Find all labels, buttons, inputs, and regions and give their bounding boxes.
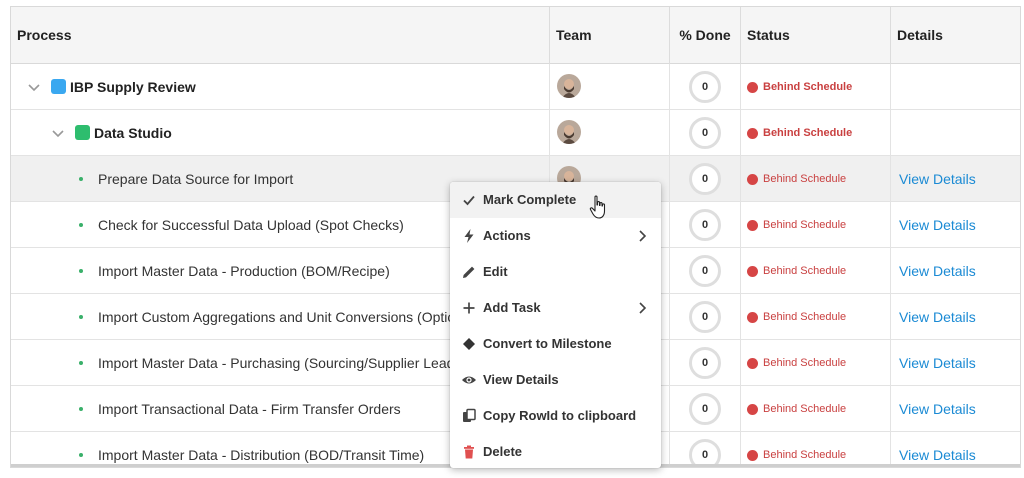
column-header-team[interactable]: Team — [550, 7, 670, 64]
diamond-icon — [463, 338, 475, 350]
status-dot — [747, 358, 758, 369]
column-header-details[interactable]: Details — [891, 7, 1020, 64]
status-text: Behind Schedule — [763, 311, 847, 323]
menu-item-view-details[interactable]: View Details — [450, 362, 661, 398]
menu-item-label: View Details — [483, 372, 559, 387]
percent-done-ring: 0 — [689, 347, 721, 379]
status-dot — [747, 128, 758, 139]
percent-done-ring: 0 — [689, 117, 721, 149]
status-dot — [747, 404, 758, 415]
task-name: Import Transactional Data - Firm Transfe… — [98, 401, 401, 417]
menu-item-label: Edit — [483, 264, 508, 279]
menu-item-mark-complete[interactable]: Mark Complete — [450, 182, 661, 218]
grid-header: Process Team % Done Status Details — [11, 7, 1020, 64]
status-text: Behind Schedule — [763, 357, 847, 369]
status-dot — [747, 312, 758, 323]
bullet-icon — [79, 223, 83, 227]
view-details-link[interactable]: View Details — [899, 202, 976, 248]
status-text: Behind Schedule — [763, 173, 847, 185]
bullet-icon — [79, 315, 83, 319]
bullet-icon — [79, 453, 83, 457]
color-swatch — [51, 79, 66, 94]
context-menu: Mark Complete Actions Edit Add Task Conv… — [450, 182, 661, 468]
menu-item-label: Convert to Milestone — [483, 336, 612, 351]
process-name: Data Studio — [94, 125, 172, 141]
chevron-right-icon — [639, 302, 647, 314]
table-row[interactable]: IBP Supply Review 0 Behind Schedule — [11, 64, 1020, 110]
chevron-right-icon — [639, 230, 647, 242]
chevron-down-icon[interactable] — [26, 79, 42, 95]
status-text: Behind Schedule — [763, 81, 853, 93]
menu-item-label: Mark Complete — [483, 192, 577, 207]
avatar — [557, 120, 581, 144]
avatar — [557, 74, 581, 98]
status-dot — [747, 266, 758, 277]
view-details-link[interactable]: View Details — [899, 294, 976, 340]
eye-icon — [462, 376, 476, 384]
menu-item-add-task[interactable]: Add Task — [450, 290, 661, 326]
view-details-link[interactable]: View Details — [899, 386, 976, 432]
plus-icon — [463, 302, 475, 314]
menu-item-label: Delete — [483, 444, 523, 459]
status-text: Behind Schedule — [763, 403, 847, 415]
bullet-icon — [79, 361, 83, 365]
bullet-icon — [79, 177, 83, 181]
view-details-link[interactable]: View Details — [899, 156, 976, 202]
check-icon — [463, 195, 475, 206]
status-dot — [747, 82, 758, 93]
pencil-icon — [463, 266, 475, 278]
menu-item-label: Actions — [483, 228, 531, 243]
percent-done-ring: 0 — [689, 71, 721, 103]
task-name: Import Master Data - Production (BOM/Rec… — [98, 263, 390, 279]
percent-done-ring: 0 — [689, 393, 721, 425]
status-text: Behind Schedule — [763, 449, 847, 461]
table-row[interactable]: Data Studio 0 Behind Schedule — [11, 110, 1020, 156]
lightning-icon — [464, 229, 474, 243]
hand-cursor-icon — [589, 195, 606, 219]
chevron-down-icon[interactable] — [50, 125, 66, 141]
task-name: Prepare Data Source for Import — [98, 171, 294, 187]
menu-item-label: Add Task — [483, 300, 541, 315]
task-name: Import Master Data - Purchasing (Sourcin… — [98, 355, 455, 371]
column-header-status[interactable]: Status — [741, 7, 891, 64]
task-name: Import Custom Aggregations and Unit Conv… — [98, 309, 456, 325]
percent-done-ring: 0 — [689, 163, 721, 195]
column-header-percent-done[interactable]: % Done — [670, 7, 741, 64]
process-name: IBP Supply Review — [70, 79, 196, 95]
status-dot — [747, 174, 758, 185]
view-details-link[interactable]: View Details — [899, 340, 976, 386]
task-name: Import Master Data - Distribution (BOD/T… — [98, 447, 425, 463]
column-header-process[interactable]: Process — [11, 7, 550, 64]
menu-item-edit[interactable]: Edit — [450, 254, 661, 290]
status-text: Behind Schedule — [763, 265, 847, 277]
trash-icon — [464, 445, 474, 459]
menu-item-delete[interactable]: Delete — [450, 434, 661, 468]
color-swatch — [75, 125, 90, 140]
menu-item-convert-milestone[interactable]: Convert to Milestone — [450, 326, 661, 362]
menu-item-actions[interactable]: Actions — [450, 218, 661, 254]
view-details-link[interactable]: View Details — [899, 432, 976, 467]
task-name: Check for Successful Data Upload (Spot C… — [98, 217, 404, 233]
percent-done-ring: 0 — [689, 255, 721, 287]
status-text: Behind Schedule — [763, 219, 847, 231]
copy-icon — [463, 408, 476, 422]
menu-item-copy-rowid[interactable]: Copy RowId to clipboard — [450, 398, 661, 434]
menu-item-label: Copy RowId to clipboard — [483, 408, 637, 423]
bullet-icon — [79, 269, 83, 273]
bullet-icon — [79, 407, 83, 411]
status-text: Behind Schedule — [763, 127, 853, 139]
status-dot — [747, 450, 758, 461]
view-details-link[interactable]: View Details — [899, 248, 976, 294]
percent-done-ring: 0 — [689, 301, 721, 333]
percent-done-ring: 0 — [689, 209, 721, 241]
status-dot — [747, 220, 758, 231]
